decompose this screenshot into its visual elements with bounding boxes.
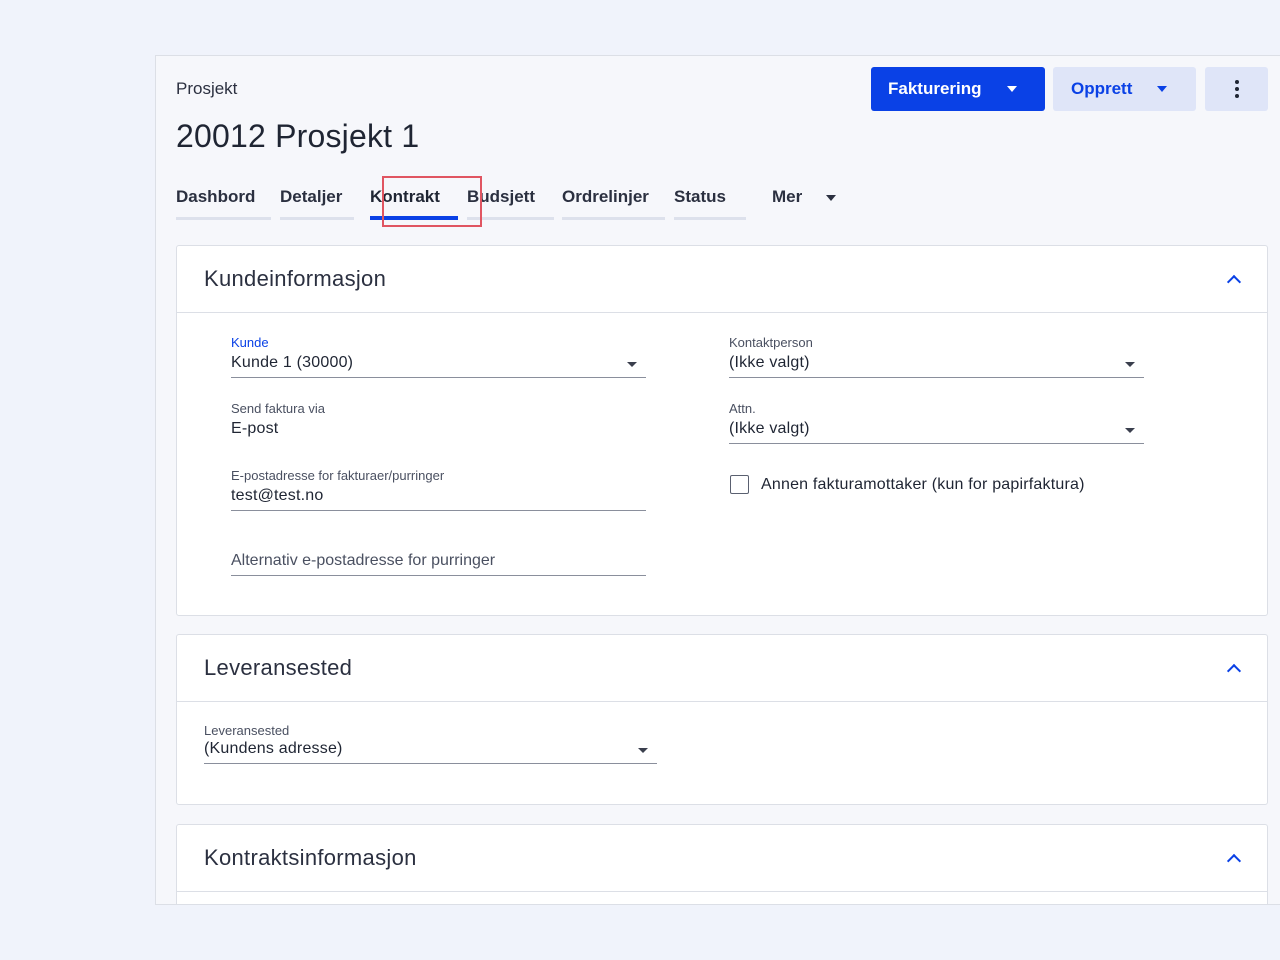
leveransested-value: (Kundens adresse) <box>204 740 657 764</box>
section-leveransested: Leveransested Leveransested (Kundens adr… <box>176 634 1268 805</box>
section-kundeinformasjon: Kundeinformasjon Kunde Kunde 1 (30000) K… <box>176 245 1268 616</box>
chevron-down-icon <box>1157 86 1168 92</box>
dropdown-arrow-icon <box>638 748 648 753</box>
attn-label: Attn. <box>729 401 756 416</box>
kontaktperson-select[interactable]: Kontaktperson (Ikke valgt) <box>729 335 1144 378</box>
epost-field[interactable]: E-postadresse for fakturaer/purringer te… <box>231 468 646 511</box>
kunde-value: Kunde 1 (30000) <box>231 354 646 378</box>
section-kontraktsinformasjon: Kontraktsinformasjon <box>176 824 1268 904</box>
more-vertical-icon <box>1234 80 1239 98</box>
project-page: Prosjekt 20012 Prosjekt 1 Fakturering Op… <box>155 55 1280 905</box>
send-faktura-label: Send faktura via <box>231 401 325 416</box>
leveransested-label: Leveransested <box>204 723 290 738</box>
page-title: 20012 Prosjekt 1 <box>176 118 420 154</box>
more-options-button[interactable] <box>1205 67 1268 111</box>
section-header[interactable]: Kontraktsinformasjon <box>177 825 1267 892</box>
tab-mer-label: Mer <box>772 187 803 206</box>
leveransested-select[interactable]: Leveransested (Kundens adresse) <box>204 723 657 764</box>
chevron-down-icon <box>1006 86 1017 92</box>
section-header[interactable]: Leveransested <box>177 635 1267 702</box>
kontaktperson-label: Kontaktperson <box>729 335 813 350</box>
chevron-down-icon <box>826 195 837 201</box>
annen-fakturamottaker-checkbox[interactable] <box>730 475 749 494</box>
breadcrumb[interactable]: Prosjekt <box>176 79 237 99</box>
opprett-button[interactable]: Opprett <box>1053 67 1196 111</box>
tab-status[interactable]: Status <box>674 184 746 220</box>
annen-fakturamottaker-row[interactable]: Annen fakturamottaker (kun for papirfakt… <box>730 475 1085 494</box>
send-faktura-field: Send faktura via E-post <box>231 401 646 444</box>
tab-kontrakt[interactable]: Kontrakt <box>370 184 458 220</box>
tab-budsjett[interactable]: Budsjett <box>467 184 554 220</box>
attn-value: (Ikke valgt) <box>729 420 1144 444</box>
epost-input[interactable]: test@test.no <box>231 487 646 511</box>
kunde-select[interactable]: Kunde Kunde 1 (30000) <box>231 335 646 378</box>
fakturering-button[interactable]: Fakturering <box>871 67 1045 111</box>
alternativ-epost-field[interactable]: Alternativ e-postadresse for purringer <box>231 552 646 576</box>
kunde-label: Kunde <box>231 335 269 350</box>
chevron-up-icon[interactable] <box>1226 853 1242 869</box>
send-faktura-value: E-post <box>231 420 279 437</box>
chevron-up-icon[interactable] <box>1226 274 1242 290</box>
section-title: Kontraktsinformasjon <box>204 845 417 870</box>
section-header[interactable]: Kundeinformasjon <box>177 246 1267 313</box>
section-title: Leveransested <box>204 655 353 680</box>
annen-fakturamottaker-label: Annen fakturamottaker (kun for papirfakt… <box>761 475 1085 493</box>
dropdown-arrow-icon <box>627 362 637 367</box>
chevron-up-icon[interactable] <box>1226 663 1242 679</box>
tab-ordrelinjer[interactable]: Ordrelinjer <box>562 184 665 220</box>
opprett-label: Opprett <box>1071 79 1133 98</box>
attn-select[interactable]: Attn. (Ikke valgt) <box>729 401 1144 444</box>
tab-dashbord[interactable]: Dashbord <box>176 184 271 220</box>
alternativ-epost-input[interactable]: Alternativ e-postadresse for purringer <box>231 552 646 576</box>
dropdown-arrow-icon <box>1125 362 1135 367</box>
fakturering-label: Fakturering <box>888 79 982 98</box>
tab-detaljer[interactable]: Detaljer <box>280 184 354 220</box>
tab-mer[interactable]: Mer <box>772 184 862 220</box>
kontaktperson-value: (Ikke valgt) <box>729 354 1144 378</box>
epost-label: E-postadresse for fakturaer/purringer <box>231 468 445 483</box>
section-title: Kundeinformasjon <box>204 266 387 291</box>
dropdown-arrow-icon <box>1125 428 1135 433</box>
